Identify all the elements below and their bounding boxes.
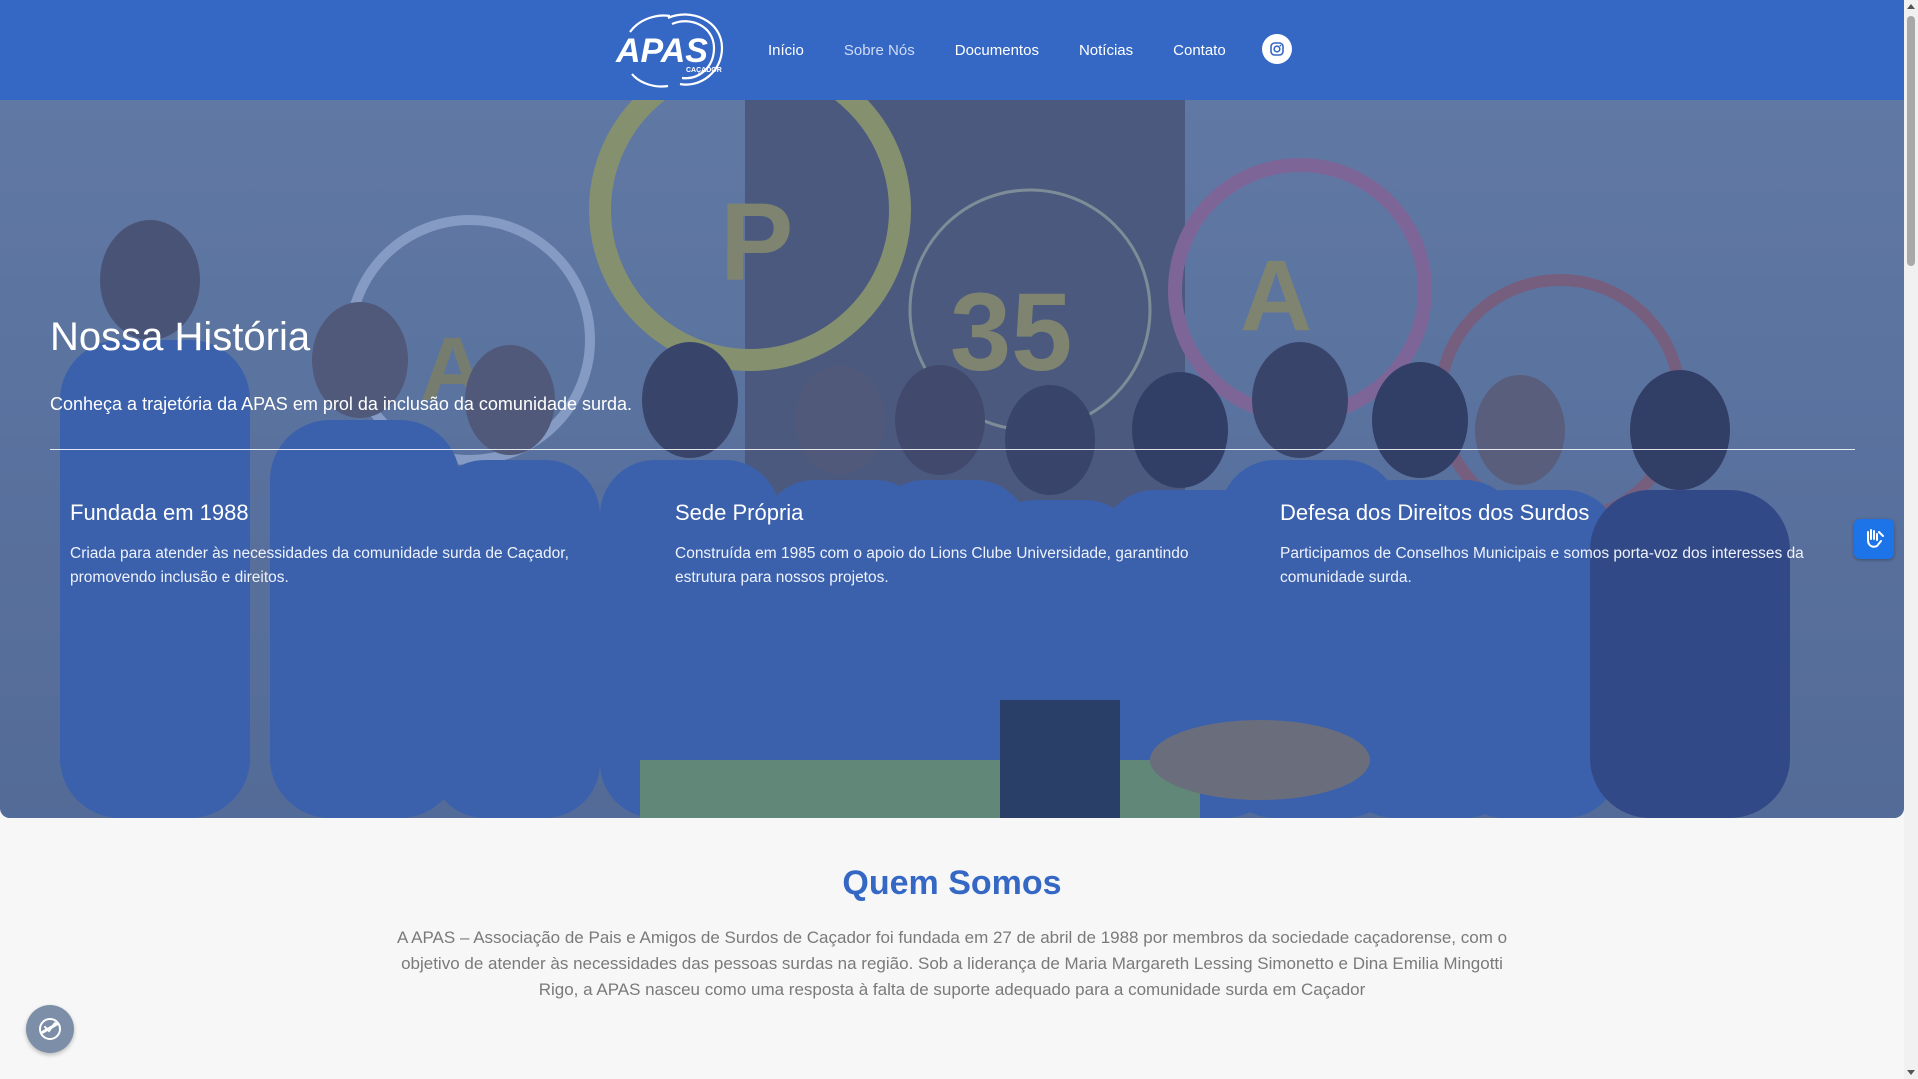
feature-title: Fundada em 1988: [70, 500, 249, 525]
feature-headquarters: Sede Própria Construída em 1985 com o ap…: [675, 500, 1245, 590]
hand-sign-icon: [1867, 529, 1884, 548]
feature-title: Sede Própria: [675, 500, 804, 525]
hero-section: P 35 A A Nossa História Conheça a trajet…: [0, 100, 1904, 818]
apas-logo-graphic: APAS CAÇADOR: [615, 13, 724, 88]
feature-text: Construída em 1985 com o apoio do Lions …: [675, 545, 1189, 586]
feature-text: Participamos de Conselhos Municipais e s…: [1280, 545, 1804, 586]
hero-divider: [50, 449, 1855, 450]
apas-logo[interactable]: APAS CAÇADOR: [610, 8, 730, 92]
about-text: A APAS – Associação de Pais e Amigos de …: [396, 928, 1508, 999]
feature-founded: Fundada em 1988 Criada para atender às n…: [70, 500, 640, 590]
feature-text: Criada para atender às necessidades da c…: [70, 545, 569, 586]
feature-rights: Defesa dos Direitos dos Surdos Participa…: [1280, 500, 1840, 590]
page-scrollbar[interactable]: [1904, 0, 1918, 1079]
hero-title: Nossa História: [50, 315, 311, 359]
svg-text:APAS: APAS: [615, 32, 708, 70]
page: APAS CAÇADOR Início Sobre Nós Documentos…: [0, 0, 1918, 1079]
scroll-up-icon[interactable]: [1907, 4, 1915, 9]
site-header: APAS CAÇADOR Início Sobre Nós Documentos…: [0, 0, 1904, 100]
main-nav: Início Sobre Nós Documentos Notícias Con…: [748, 0, 1246, 100]
scroll-thumb[interactable]: [1907, 16, 1915, 266]
nav-inicio[interactable]: Início: [748, 42, 824, 59]
instagram-icon: [1270, 42, 1284, 56]
about-title: Quem Somos: [842, 864, 1062, 902]
nav-noticias[interactable]: Notícias: [1059, 42, 1153, 59]
sign-language-button[interactable]: [1854, 519, 1894, 559]
nav-sobre-nos[interactable]: Sobre Nós: [824, 42, 935, 59]
section-wave: [0, 824, 1904, 858]
svg-text:CAÇADOR: CAÇADOR: [686, 67, 722, 74]
accessibility-button[interactable]: [26, 1005, 74, 1053]
feature-title: Defesa dos Direitos dos Surdos: [1280, 500, 1590, 525]
scroll-down-icon[interactable]: [1907, 1070, 1915, 1075]
nav-contato[interactable]: Contato: [1153, 42, 1246, 59]
accessibility-icon: [39, 1018, 61, 1040]
hero-subtitle: Conheça a trajetória da APAS em prol da …: [50, 394, 633, 414]
nav-documentos[interactable]: Documentos: [935, 42, 1059, 59]
instagram-button[interactable]: [1262, 34, 1292, 64]
hero-content: Nossa História Conheça a trajetória da A…: [0, 100, 1904, 818]
